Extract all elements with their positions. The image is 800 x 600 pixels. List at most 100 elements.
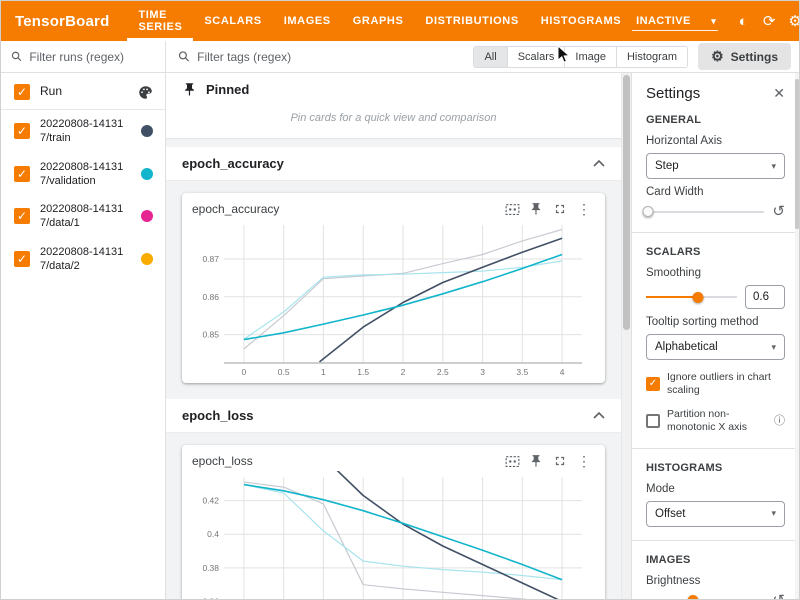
more-options-icon[interactable]: ⋮ — [573, 199, 595, 219]
filter-tags-input[interactable] — [197, 50, 463, 64]
settings-button[interactable]: ⚙ Settings — [698, 43, 791, 70]
card-header: epoch_accuracy ⋮ — [190, 197, 597, 219]
svg-text:1: 1 — [321, 367, 326, 377]
tensorboard-app: TensorBoard TIME SERIES SCALARS IMAGES G… — [0, 0, 800, 600]
fullscreen-icon[interactable] — [549, 199, 571, 219]
run-checkbox[interactable]: ✓ — [14, 251, 30, 267]
tab-distributions[interactable]: DISTRIBUTIONS — [414, 1, 529, 41]
chevron-down-icon: ▾ — [771, 161, 776, 172]
epoch-accuracy-card: epoch_accuracy ⋮ 00.511.522.533.540.850.… — [182, 193, 605, 383]
svg-text:2.5: 2.5 — [437, 367, 449, 377]
tab-scalars[interactable]: SCALARS — [193, 1, 272, 41]
histograms-heading: HISTOGRAMS — [646, 462, 785, 474]
fit-to-data-icon[interactable] — [501, 451, 523, 471]
fit-to-data-icon[interactable] — [501, 199, 523, 219]
filter-runs-row — [1, 41, 165, 73]
run-row-data-1[interactable]: ✓ 20220808-141317/data/1 — [1, 195, 165, 238]
images-heading: IMAGES — [646, 554, 785, 566]
run-row-data-2[interactable]: ✓ 20220808-141317/data/2 — [1, 238, 165, 281]
run-checkbox[interactable]: ✓ — [14, 208, 30, 224]
pinned-section-header: Pinned — [166, 73, 621, 106]
filter-scalars-button[interactable]: Scalars — [508, 47, 566, 67]
divider — [632, 540, 799, 541]
panel-scrollbar-thumb[interactable] — [795, 79, 799, 229]
svg-text:0.42: 0.42 — [202, 496, 219, 506]
settings-button-label: Settings — [731, 50, 778, 64]
settings-panel-header: Settings ✕ — [646, 85, 785, 102]
epoch-accuracy-chart[interactable]: 00.511.522.533.540.850.860.87 — [190, 219, 592, 379]
reset-icon[interactable]: ↺ — [772, 593, 785, 600]
ignore-outliers-label: Ignore outliers in chart scaling — [667, 371, 785, 397]
refresh-icon[interactable]: ⟳ — [756, 8, 782, 34]
svg-text:3.5: 3.5 — [516, 367, 528, 377]
run-label: 20220808-141317/train — [40, 117, 131, 146]
section-title: epoch_loss — [182, 408, 254, 423]
filter-image-button[interactable]: Image — [565, 47, 617, 67]
brightness-label: Brightness — [646, 575, 785, 587]
settings-panel: Settings ✕ GENERAL Horizontal Axis Step … — [631, 73, 799, 599]
card-width-slider[interactable] — [646, 204, 764, 219]
brightness-slider[interactable] — [646, 593, 764, 600]
chevron-down-icon: ▾ — [771, 342, 776, 353]
scalars-heading: SCALARS — [646, 246, 785, 258]
settings-gear-icon[interactable]: ⚙ — [782, 8, 800, 34]
histogram-mode-select[interactable]: Offset ▾ — [646, 501, 785, 527]
header-controls: INACTIVE ▾ ◐ ⟳ ⚙ ? — [632, 8, 800, 34]
tab-time-series[interactable]: TIME SERIES — [127, 1, 193, 41]
reset-icon[interactable]: ↺ — [772, 204, 785, 219]
filter-runs-input[interactable] — [29, 50, 155, 64]
status-dropdown[interactable]: INACTIVE ▾ — [632, 11, 718, 31]
filter-all-button[interactable]: All — [474, 47, 507, 67]
smoothing-slider[interactable] — [646, 290, 737, 305]
slider-knob[interactable] — [692, 292, 703, 303]
fullscreen-icon[interactable] — [549, 451, 571, 471]
section-epoch-accuracy[interactable]: epoch_accuracy — [166, 147, 621, 181]
run-color-dot — [141, 253, 153, 265]
svg-text:3: 3 — [480, 367, 485, 377]
tab-images[interactable]: IMAGES — [273, 1, 342, 41]
close-icon[interactable]: ✕ — [773, 85, 785, 102]
svg-text:0.36: 0.36 — [202, 597, 219, 600]
partition-x-row[interactable]: Partition non-monotonic X axis ⓘ — [646, 408, 785, 434]
pin-card-icon[interactable] — [525, 199, 547, 219]
panel-scrollbar — [795, 73, 799, 599]
more-options-icon[interactable]: ⋮ — [573, 451, 595, 471]
run-row-train[interactable]: ✓ 20220808-141317/train — [1, 110, 165, 153]
partition-x-checkbox[interactable] — [646, 414, 660, 428]
smoothing-value-input[interactable]: 0.6 — [745, 285, 785, 309]
main-column: All Scalars Image Histogram ⚙ Settings P… — [166, 41, 799, 599]
ignore-outliers-checkbox[interactable]: ✓ — [646, 377, 660, 391]
svg-text:0.5: 0.5 — [278, 367, 290, 377]
run-row-validation[interactable]: ✓ 20220808-141317/validation — [1, 153, 165, 196]
section-epoch-loss[interactable]: epoch_loss — [166, 399, 621, 433]
run-label: 20220808-141317/data/1 — [40, 202, 131, 231]
tab-graphs[interactable]: GRAPHS — [342, 1, 415, 41]
partition-x-label: Partition non-monotonic X axis — [667, 408, 767, 434]
epoch-loss-chart[interactable]: 00.511.522.533.540.360.380.40.42 — [190, 471, 592, 599]
select-all-checkbox[interactable]: ✓ — [14, 84, 30, 100]
filter-histogram-button[interactable]: Histogram — [617, 47, 687, 67]
slider-knob[interactable] — [643, 206, 654, 217]
horizontal-axis-select[interactable]: Step ▾ — [646, 153, 785, 179]
run-checkbox[interactable]: ✓ — [14, 123, 30, 139]
divider — [632, 232, 799, 233]
tooltip-sorting-select[interactable]: Alphabetical ▾ — [646, 334, 785, 360]
runs-header-row[interactable]: ✓ Run — [1, 75, 165, 110]
ignore-outliers-row[interactable]: ✓ Ignore outliers in chart scaling — [646, 371, 785, 397]
main-scrollbar — [621, 73, 631, 599]
slider-knob[interactable] — [688, 595, 699, 600]
svg-text:4: 4 — [560, 367, 565, 377]
mode-label: Mode — [646, 483, 785, 495]
pin-card-icon[interactable] — [525, 451, 547, 471]
chevron-up-icon — [593, 412, 605, 419]
scrollbar-thumb[interactable] — [623, 75, 630, 330]
svg-text:0.87: 0.87 — [202, 254, 219, 264]
horizontal-axis-value: Step — [655, 160, 679, 172]
tab-histograms[interactable]: HISTOGRAMS — [530, 1, 632, 41]
run-checkbox[interactable]: ✓ — [14, 166, 30, 182]
card-title: epoch_accuracy — [192, 202, 279, 216]
divider — [166, 138, 621, 147]
palette-icon[interactable] — [138, 85, 153, 100]
run-color-dot — [141, 125, 153, 137]
theme-toggle-icon[interactable]: ◐ — [730, 8, 756, 34]
